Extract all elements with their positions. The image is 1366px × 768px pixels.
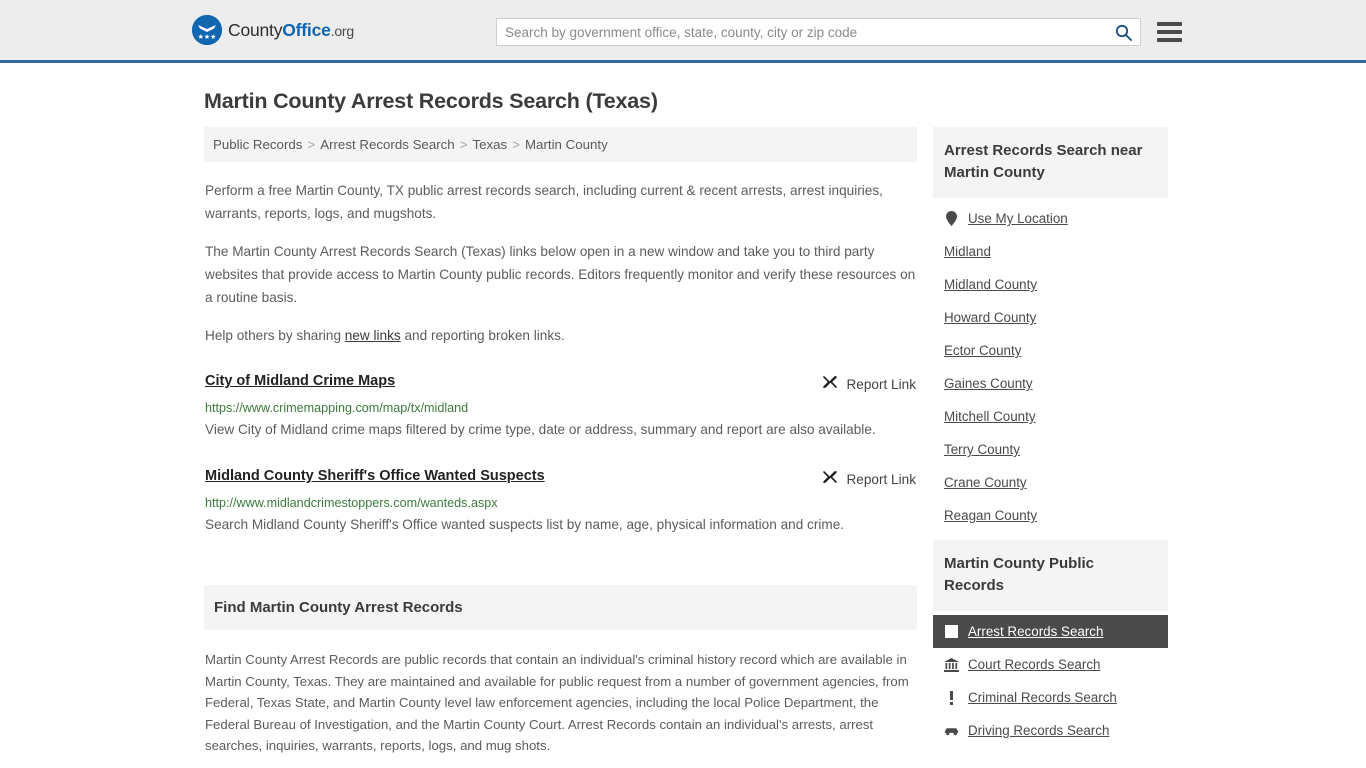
- intro-paragraph-2: The Martin County Arrest Records Search …: [205, 244, 916, 305]
- result-item: Midland County Sheriff's Office Wanted S…: [204, 468, 917, 537]
- car-icon: [944, 723, 959, 738]
- breadcrumb: Public Records > Arrest Records Search > Tex…: [204, 127, 917, 162]
- find-records-paragraph: Martin County Arrest Records are public …: [205, 652, 909, 753]
- sidebar-item-howard-county[interactable]: Howard County: [933, 301, 1168, 334]
- sidebar-item-reagan-county[interactable]: Reagan County: [933, 499, 1168, 532]
- result-url: http://www.midlandcrimestoppers.com/want…: [205, 496, 498, 510]
- sidebar-item-midland-county[interactable]: Midland County: [933, 268, 1168, 301]
- site-header: ★★★ CountyOffice.org: [0, 0, 1366, 63]
- find-records-heading: Find Martin County Arrest Records: [204, 585, 917, 630]
- sidebar-item-label: Mitchell County: [944, 409, 1036, 424]
- map-pin-icon: [944, 211, 959, 226]
- logo-county: County: [228, 19, 283, 40]
- breadcrumb-item-texas[interactable]: Texas: [472, 137, 507, 152]
- exclamation-icon: [944, 690, 959, 705]
- content-columns: Public Records > Arrest Records Search > Tex…: [204, 127, 1174, 768]
- sidebar-item-label: Use My Location: [968, 211, 1068, 226]
- sidebar-item-crane-county[interactable]: Crane County: [933, 466, 1168, 499]
- sidebar-item-label: Driving Records Search: [968, 723, 1110, 738]
- sidebar-item-label: Midland: [944, 244, 991, 259]
- breadcrumb-separator: >: [512, 137, 520, 152]
- breadcrumb-item-arrest-records-search[interactable]: Arrest Records Search: [320, 137, 455, 152]
- intro-paragraph-1: Perform a free Martin County, TX public …: [205, 183, 883, 221]
- sidebar-item-gaines-county[interactable]: Gaines County: [933, 367, 1168, 400]
- search-area: [496, 18, 1182, 46]
- search-box[interactable]: [496, 18, 1141, 46]
- page-container: Martin County Arrest Records Search (Tex…: [0, 89, 1366, 768]
- report-link-label: Report Link: [846, 377, 916, 392]
- sidebar-item-use-my-location[interactable]: Use My Location: [933, 202, 1168, 235]
- sidebar-item-mitchell-county[interactable]: Mitchell County: [933, 400, 1168, 433]
- intro-text: Perform a free Martin County, TX public …: [204, 179, 917, 347]
- sidebar: Arrest Records Search near Martin County…: [933, 127, 1168, 755]
- sidebar-item-label: Arrest Records Search: [968, 624, 1104, 639]
- report-link-button[interactable]: Report Link: [822, 373, 916, 395]
- courthouse-icon: [944, 657, 959, 672]
- sidebar-item-label: Howard County: [944, 310, 1037, 325]
- broken-link-icon: [822, 469, 838, 490]
- main-content: Public Records > Arrest Records Search > Tex…: [204, 127, 917, 768]
- near-locations-title: Arrest Records Search near Martin County: [933, 127, 1168, 198]
- find-records-body: Martin County Arrest Records are public …: [204, 649, 917, 768]
- breadcrumb-item-martin-county: Martin County: [524, 137, 608, 152]
- svg-text:★★★: ★★★: [198, 33, 217, 41]
- hamburger-bar-1: [1157, 22, 1182, 26]
- search-icon[interactable]: [1115, 24, 1132, 41]
- result-description: View City of Midland crime maps filtered…: [205, 422, 876, 437]
- breadcrumb-item-public-records[interactable]: Public Records: [213, 137, 302, 152]
- intro-paragraph-3: Help others by sharing new links and rep…: [205, 324, 916, 347]
- eagle-shield-logo-icon: ★★★: [192, 15, 222, 45]
- result-title-link[interactable]: Midland County Sheriff's Office Wanted S…: [205, 468, 545, 484]
- sidebar-item-midland[interactable]: Midland: [933, 235, 1168, 268]
- result-description: Search Midland County Sheriff's Office w…: [205, 517, 845, 532]
- result-header: Midland County Sheriff's Office Wanted S…: [205, 468, 916, 490]
- breadcrumb-separator: >: [459, 137, 468, 152]
- sidebar-item-court-records-search[interactable]: Court Records Search: [933, 648, 1168, 681]
- sidebar-item-terry-county[interactable]: Terry County: [933, 433, 1168, 466]
- near-locations-panel: Arrest Records Search near Martin County…: [933, 127, 1168, 532]
- sidebar-item-label: Terry County: [944, 442, 1020, 457]
- sidebar-item-label: Court Records Search: [968, 657, 1101, 672]
- sidebar-item-label: Reagan County: [944, 508, 1038, 523]
- search-input[interactable]: [505, 24, 1115, 40]
- public-records-panel: Martin County Public Records Arrest Reco…: [933, 540, 1168, 747]
- logo-office: Office: [282, 19, 331, 40]
- broken-link-icon: [822, 374, 838, 395]
- report-link-label: Report Link: [846, 472, 916, 487]
- square-icon: [944, 624, 959, 639]
- result-url: https://www.crimemapping.com/map/tx/midl…: [205, 401, 469, 415]
- hamburger-bar-2: [1157, 30, 1182, 34]
- result-title-link[interactable]: City of Midland Crime Maps: [205, 373, 395, 389]
- public-records-title: Martin County Public Records: [933, 540, 1168, 611]
- breadcrumb-separator: >: [307, 137, 316, 152]
- sidebar-item-label: Ector County: [944, 343, 1022, 358]
- site-logo-text: CountyOffice.org: [228, 20, 354, 41]
- result-header: City of Midland Crime Maps Report Link: [205, 373, 916, 395]
- sidebar-item-label: Gaines County: [944, 376, 1033, 391]
- result-item: City of Midland Crime Maps Report Link h…: [204, 373, 917, 442]
- intro-p3-before: Help others by sharing: [205, 328, 345, 343]
- logo-org: .org: [330, 22, 355, 39]
- menu-button[interactable]: [1157, 22, 1182, 42]
- sidebar-item-label: Midland County: [944, 277, 1038, 292]
- page-title: Martin County Arrest Records Search (Tex…: [204, 89, 658, 113]
- sidebar-item-label: Crane County: [944, 475, 1027, 490]
- intro-p3-after: and reporting broken links.: [400, 328, 565, 343]
- new-links-link[interactable]: new links: [345, 328, 401, 343]
- near-locations-list: Use My Location Midland Midland County H…: [933, 198, 1168, 532]
- public-records-list: Arrest Records Search Court Records Sear…: [933, 611, 1168, 747]
- report-link-button[interactable]: Report Link: [822, 468, 916, 490]
- sidebar-item-driving-records-search[interactable]: Driving Records Search: [933, 714, 1168, 747]
- hamburger-bar-3: [1157, 38, 1182, 42]
- sidebar-item-ector-county[interactable]: Ector County: [933, 334, 1168, 367]
- sidebar-item-arrest-records-search[interactable]: Arrest Records Search: [933, 615, 1168, 648]
- sidebar-item-label: Criminal Records Search: [968, 690, 1117, 705]
- site-logo[interactable]: ★★★ CountyOffice.org: [192, 15, 354, 45]
- sidebar-item-criminal-records-search[interactable]: Criminal Records Search: [933, 681, 1168, 714]
